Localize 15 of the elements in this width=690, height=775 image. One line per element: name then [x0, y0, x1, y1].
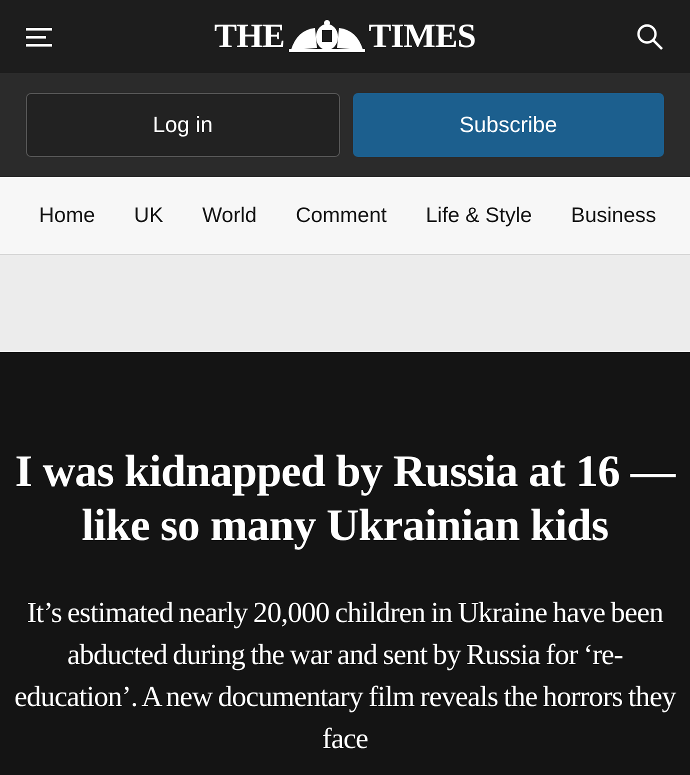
standfirst: It’s estimated nearly 20,000 children in Ukraine have been abducted during the war and sent by Russia for ‘re-education’. A new documentary film reveals the horrors they face [13, 596, 678, 757]
logo-text: THE [214, 18, 285, 56]
headline: I was kidnapped by Russia at 16 — like so many Ukrainian kids [14, 445, 677, 552]
nav-link[interactable]: Home [39, 204, 96, 228]
login-button[interactable]: Log in [26, 93, 340, 157]
crest-icon [286, 20, 367, 54]
subscribe-button[interactable]: Subscribe [352, 93, 664, 157]
nav-link[interactable]: World [202, 204, 257, 228]
nav-link[interactable]: UK [134, 204, 164, 228]
nav-link[interactable]: Comment [296, 204, 387, 228]
nav-link[interactable]: Business [570, 204, 656, 228]
logo-text: TIMES [368, 18, 476, 56]
nav-link[interactable]: Life & Style [426, 204, 532, 228]
menu-icon[interactable] [26, 26, 54, 46]
search-icon[interactable] [636, 22, 664, 50]
